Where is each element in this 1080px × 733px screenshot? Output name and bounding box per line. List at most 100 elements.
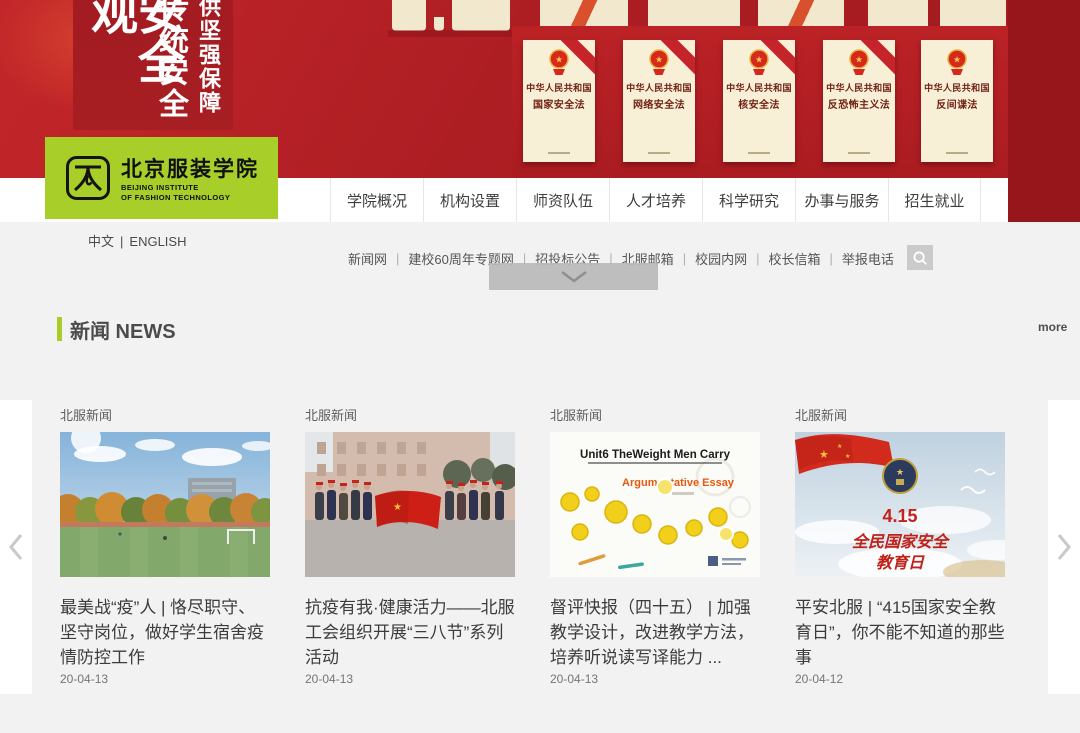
svg-text:★: ★: [555, 55, 563, 65]
publisher-mark: [548, 152, 570, 154]
card-image[interactable]: ★ ★ ★ ★ 4.15 全民国家安全 教育日: [795, 432, 1005, 577]
carousel-right-gutter: [1048, 400, 1080, 694]
book-title-line1: 中华人民共和国: [823, 81, 895, 94]
school-logo[interactable]: 北京服装学院 BEIJING INSTITUTE OF FASHION TECH…: [45, 137, 278, 219]
security-education-day-poster: ★ ★ ★ ★ 4.15 全民国家安全 教育日: [795, 432, 1005, 577]
quicklink-divider: |: [747, 251, 768, 266]
school-name: 北京服装学院 BEIJING INSTITUTE OF FASHION TECH…: [121, 153, 259, 203]
card-title[interactable]: 督评快报（四十五） | 加强教学设计，改进教学方法，培养听说读写译能力 ...: [550, 595, 760, 670]
school-logo-mark-icon: [65, 155, 111, 201]
news-card[interactable]: 北服新闻: [60, 405, 270, 686]
carousel-left-gutter: [0, 400, 32, 694]
law-book-cover: ★ 中华人民共和国 反间谍法: [921, 40, 993, 162]
card-date: 20-04-13: [550, 672, 760, 686]
section-title: 新闻 NEWS: [70, 315, 176, 344]
card-title[interactable]: 最美战“疫”人 | 恪尽职守、坚守岗位，做好学生宿舍疫情防控工作: [60, 595, 270, 670]
card-date: 20-04-13: [60, 672, 270, 686]
nav-item-overview[interactable]: 学院概况: [330, 178, 423, 222]
book-title-line1: 中华人民共和国: [723, 81, 795, 94]
law-book-cover: ★ 中华人民共和国 核安全法: [723, 40, 795, 162]
news-card[interactable]: 北服新闻 ★ ★ ★ ★ 4.15: [795, 405, 1005, 686]
language-switch: 中文|ENGLISH: [88, 231, 186, 250]
quicklink-intranet[interactable]: 校园内网: [695, 249, 747, 268]
nav-item-orgs[interactable]: 机构设置: [423, 178, 516, 222]
nav-item-services[interactable]: 办事与服务: [795, 178, 888, 222]
svg-text:★: ★: [953, 55, 961, 65]
card-category: 北服新闻: [550, 405, 760, 420]
chevron-right-icon[interactable]: [1056, 532, 1072, 562]
banner-slogan-panel: 安全观 传统安全 供坚强保障: [73, 0, 233, 130]
card-title[interactable]: 抗疫有我·健康活力——北服工会组织开展“三八节”系列活动: [305, 595, 515, 670]
quicklink-president[interactable]: 校长信箱: [768, 249, 820, 268]
lang-chinese-link[interactable]: 中文: [88, 234, 114, 249]
search-icon: [911, 249, 929, 267]
book-title-line1: 中华人民共和国: [523, 81, 595, 94]
group-photo: ★: [305, 432, 515, 577]
card-image[interactable]: [60, 432, 270, 577]
book-title-line1: 中华人民共和国: [623, 81, 695, 94]
school-name-cn: 北京服装学院: [121, 153, 259, 183]
lang-english-link[interactable]: ENGLISH: [129, 234, 186, 249]
quicklink-news-site[interactable]: 新闻网: [348, 249, 387, 268]
banner-slogan-text: 供坚强保障: [197, 0, 219, 115]
book-title-line2: 反恐怖主义法: [823, 96, 895, 111]
nav-item-talent[interactable]: 人才培养: [609, 178, 702, 222]
svg-text:★: ★: [755, 55, 763, 65]
national-emblem-icon: ★: [546, 48, 572, 76]
chevron-down-icon: [560, 270, 588, 283]
publisher-mark: [946, 152, 968, 154]
banner-collapse-toggle[interactable]: [489, 263, 658, 290]
publisher-mark: [848, 152, 870, 154]
poster-date-text: 4.15: [882, 506, 917, 526]
book-title-line2: 反间谍法: [921, 96, 993, 111]
svg-text:★: ★: [837, 443, 842, 450]
campus-field-photo: [60, 432, 270, 577]
svg-text:★: ★: [845, 453, 850, 460]
nav-item-admission[interactable]: 招生就业: [888, 178, 981, 222]
national-emblem-icon: ★: [944, 48, 970, 76]
chevron-left-icon[interactable]: [8, 532, 24, 562]
publisher-mark: [748, 152, 770, 154]
school-name-en-line2: OF FASHION TECHNOLOGY: [121, 193, 259, 203]
banner-slogan-text: 传统安全: [155, 0, 185, 120]
lecture-slide-image: Unit6 TheWeight Men Carry Argumentative …: [550, 432, 760, 577]
news-card[interactable]: 北服新闻 Unit6 TheWeight Men Carry Argumenta…: [550, 405, 760, 686]
card-category: 北服新闻: [60, 405, 270, 420]
section-accent-bar: [57, 317, 62, 341]
lang-divider: |: [114, 234, 129, 249]
poster-slogan-line2: 教育日: [876, 554, 925, 572]
slide-subtitle-text: Argumentative Essay: [622, 477, 735, 489]
book-title-line2: 国家安全法: [523, 96, 595, 111]
poster-slogan-line1: 全民国家安全: [852, 533, 951, 551]
law-book-cover: ★ 中华人民共和国 网络安全法: [623, 40, 695, 162]
card-image[interactable]: Unit6 TheWeight Men Carry Argumentative …: [550, 432, 760, 577]
card-date: 20-04-12: [795, 672, 1005, 686]
svg-text:★: ★: [855, 55, 863, 65]
national-emblem-icon: ★: [746, 48, 772, 76]
book-title-line2: 核安全法: [723, 96, 795, 111]
school-name-en-line1: BEIJING INSTITUTE: [121, 183, 259, 193]
national-emblem-icon: ★: [646, 48, 672, 76]
quicklink-report-line[interactable]: 举报电话: [842, 249, 894, 268]
law-book-cover: ★ 中华人民共和国 国家安全法: [523, 40, 595, 162]
slide-title-text: Unit6 TheWeight Men Carry: [580, 449, 731, 461]
news-card[interactable]: 北服新闻: [305, 405, 515, 686]
banner-right-column: [1008, 0, 1080, 222]
nav-item-faculty[interactable]: 师资队伍: [516, 178, 609, 222]
publisher-mark: [648, 152, 670, 154]
card-category: 北服新闻: [305, 405, 515, 420]
nav-item-research[interactable]: 科学研究: [702, 178, 795, 222]
card-title[interactable]: 平安北服 | “415国家安全教育日”，你不能不知道的那些事: [795, 595, 1005, 670]
book-title-line2: 网络安全法: [623, 96, 695, 111]
law-book-cover: ★ 中华人民共和国 反恐怖主义法: [823, 40, 895, 162]
svg-text:★: ★: [393, 502, 402, 513]
svg-text:★: ★: [655, 55, 663, 65]
quicklink-divider: |: [387, 251, 408, 266]
svg-text:★: ★: [819, 449, 829, 461]
more-link[interactable]: more: [1038, 320, 1067, 334]
card-image[interactable]: ★: [305, 432, 515, 577]
card-date: 20-04-13: [305, 672, 515, 686]
svg-text:★: ★: [896, 467, 904, 477]
national-emblem-icon: ★: [846, 48, 872, 76]
search-button[interactable]: [907, 245, 933, 270]
